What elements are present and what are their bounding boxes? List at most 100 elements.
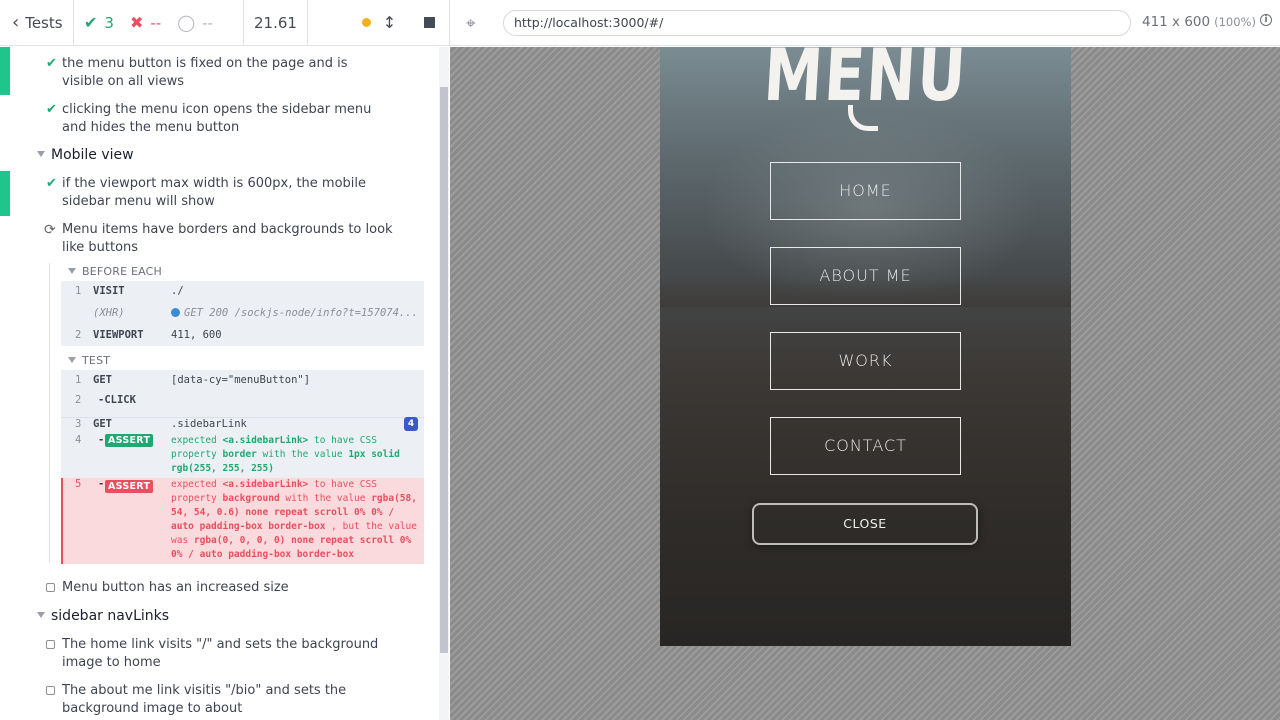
check-icon: ✔: [46, 176, 57, 191]
suite-title: sidebar navLinks: [51, 608, 170, 624]
sidebar-link-about-me[interactable]: ABOUT ME: [770, 247, 961, 305]
viewport-info[interactable]: 411 x 600 (100%): [1142, 14, 1256, 30]
command-dash: -: [98, 478, 105, 490]
pending-checkbox-icon: [46, 686, 55, 695]
test-title: The home link visits "/" and sets the ba…: [62, 637, 379, 670]
viewport-size: 411 x 600: [1142, 14, 1211, 30]
auto-scroll-icon[interactable]: ↕: [383, 13, 396, 32]
test-item[interactable]: Menu button has an increased size: [46, 579, 402, 597]
command-name: GET: [93, 418, 112, 430]
assert-message: expected <a.sidebarLink> to have CSS pro…: [171, 479, 417, 560]
assert-message: expected <a.sidebarLink> to have CSS pro…: [171, 435, 400, 474]
app-under-test: MENU HOME ABOUT ME WORK CONTACT CLOSE: [660, 47, 1071, 646]
command-row[interactable]: 3 GET .sidebarLink 4: [61, 417, 424, 435]
element-count-badge: 4: [404, 417, 418, 431]
chevron-left-icon: ‹: [12, 12, 20, 33]
caret-down-icon: [68, 357, 76, 363]
circle-notch-icon: ◯: [177, 13, 196, 32]
command-dash: -: [98, 434, 105, 446]
check-icon: ✔: [84, 13, 98, 32]
command-message: .sidebarLink: [171, 418, 247, 430]
command-message: 411, 600: [171, 329, 222, 341]
test-title: Menu items have borders and backgrounds …: [62, 222, 393, 255]
xhr-text: GET 200 /sockjs-node/info?t=157074...: [184, 307, 418, 319]
command-number: 1: [75, 285, 82, 297]
command-name: GET: [93, 374, 112, 386]
reporter-body: ✔ the menu button is fixed on the page a…: [0, 47, 439, 720]
command-number: 2: [75, 394, 82, 406]
pending-checkbox-icon: [46, 640, 55, 649]
test-item[interactable]: ✔ clicking the menu icon opens the sideb…: [46, 101, 392, 137]
running-indicator-icon: [361, 18, 371, 27]
pending-count: --: [202, 13, 213, 32]
command-row-xhr[interactable]: (XHR) GET 200 /sockjs-node/info?t=157074…: [61, 307, 424, 325]
hook-divider: [49, 263, 50, 563]
caret-down-icon: [68, 268, 76, 274]
test-item-running[interactable]: ⟳ Menu items have borders and background…: [44, 221, 402, 257]
check-icon: ✔: [46, 102, 57, 117]
passed-count: 3: [104, 13, 114, 32]
sidebar-link-work[interactable]: WORK: [770, 332, 961, 390]
caret-down-icon: [37, 151, 45, 157]
passed-state-bar: [0, 47, 10, 95]
command-row[interactable]: 2 VIEWPORT 411, 600: [61, 329, 424, 347]
pending-stat: ◯ --: [177, 13, 213, 32]
assert-tag: ASSERT: [105, 480, 154, 493]
command-message: ./: [171, 285, 184, 297]
command-message: GET 200 /sockjs-node/info?t=157074...: [171, 307, 419, 319]
tests-button[interactable]: ‹ Tests: [0, 0, 74, 46]
tests-label: Tests: [25, 13, 63, 32]
test-title: The about me link visitis "/bio" and set…: [62, 683, 347, 716]
x-icon: ✖: [129, 13, 144, 32]
url-bar[interactable]: http://localhost:3000/#/: [503, 10, 1131, 36]
test-title: the menu button is fixed on the page and…: [62, 56, 348, 89]
command-row[interactable]: 1 VISIT ./: [61, 285, 424, 303]
reporter-scrollbar[interactable]: [439, 47, 449, 720]
selector-playground-icon[interactable]: ⌖: [466, 14, 476, 34]
command-number: 5: [75, 478, 82, 490]
suite-mobile-view[interactable]: Mobile view: [37, 147, 134, 163]
stop-icon[interactable]: [424, 17, 436, 28]
hook-test[interactable]: TEST: [68, 354, 111, 367]
failed-assertion[interactable]: 5 - ASSERT expected <a.sidebarLink> to h…: [61, 478, 424, 564]
close-button[interactable]: CLOSE: [752, 503, 978, 545]
command-number: 3: [75, 418, 82, 430]
test-item[interactable]: ✔ if the viewport max width is 600px, th…: [46, 175, 392, 211]
stats: ✔ 3 ✖ -- ◯ --: [74, 0, 244, 46]
command-name: -CLICK: [98, 394, 136, 406]
suite-sidebar-navlinks[interactable]: sidebar navLinks: [37, 608, 170, 624]
info-icon[interactable]: i: [1260, 14, 1272, 26]
xhr-status-icon: [171, 308, 180, 317]
passed-state-bar: [0, 171, 10, 216]
command-row-assert[interactable]: 4 - ASSERT expected <a.sidebarLink> to h…: [61, 434, 424, 478]
command-row[interactable]: 1 GET [data-cy="menuButton"]: [61, 374, 424, 392]
test-item[interactable]: The home link visits "/" and sets the ba…: [46, 636, 402, 672]
command-name: VISIT: [93, 285, 125, 297]
command-row[interactable]: 2 -CLICK: [61, 394, 424, 412]
pending-checkbox-icon: [46, 583, 55, 592]
duration: 21.61: [244, 0, 308, 46]
assert-tag: ASSERT: [105, 434, 154, 447]
aut-header: ⌖ http://localhost:3000/#/ 411 x 600 (100…: [449, 0, 1280, 46]
refresh-icon: ⟳: [44, 222, 56, 238]
command-number: 1: [75, 374, 82, 386]
scrollbar-thumb[interactable]: [440, 87, 448, 653]
command-row-assert-failed[interactable]: 5 - ASSERT expected <a.sidebarLink> to h…: [63, 478, 426, 564]
run-controls: ↕: [308, 0, 449, 46]
before-each-commands: 1 VISIT ./ (XHR) GET 200 /sockjs-node/in…: [61, 281, 424, 346]
test-item[interactable]: The about me link visitis "/bio" and set…: [46, 682, 402, 718]
command-number: 4: [75, 434, 82, 446]
zoom-level: (100%): [1214, 15, 1256, 29]
sidebar-link-home[interactable]: HOME: [770, 162, 961, 220]
failed-count: --: [150, 13, 162, 32]
command-number: 2: [75, 329, 82, 341]
test-item[interactable]: ✔ the menu button is fixed on the page a…: [46, 55, 392, 91]
failed-stat: ✖ --: [130, 13, 161, 32]
hook-label: TEST: [82, 354, 111, 367]
hook-before-each[interactable]: BEFORE EACH: [68, 265, 162, 278]
command-name: (XHR): [93, 307, 125, 319]
test-title: if the viewport max width is 600px, the …: [62, 176, 367, 209]
sidebar-link-contact[interactable]: CONTACT: [770, 417, 961, 475]
command-name: VIEWPORT: [93, 329, 144, 341]
caret-down-icon: [37, 612, 45, 618]
